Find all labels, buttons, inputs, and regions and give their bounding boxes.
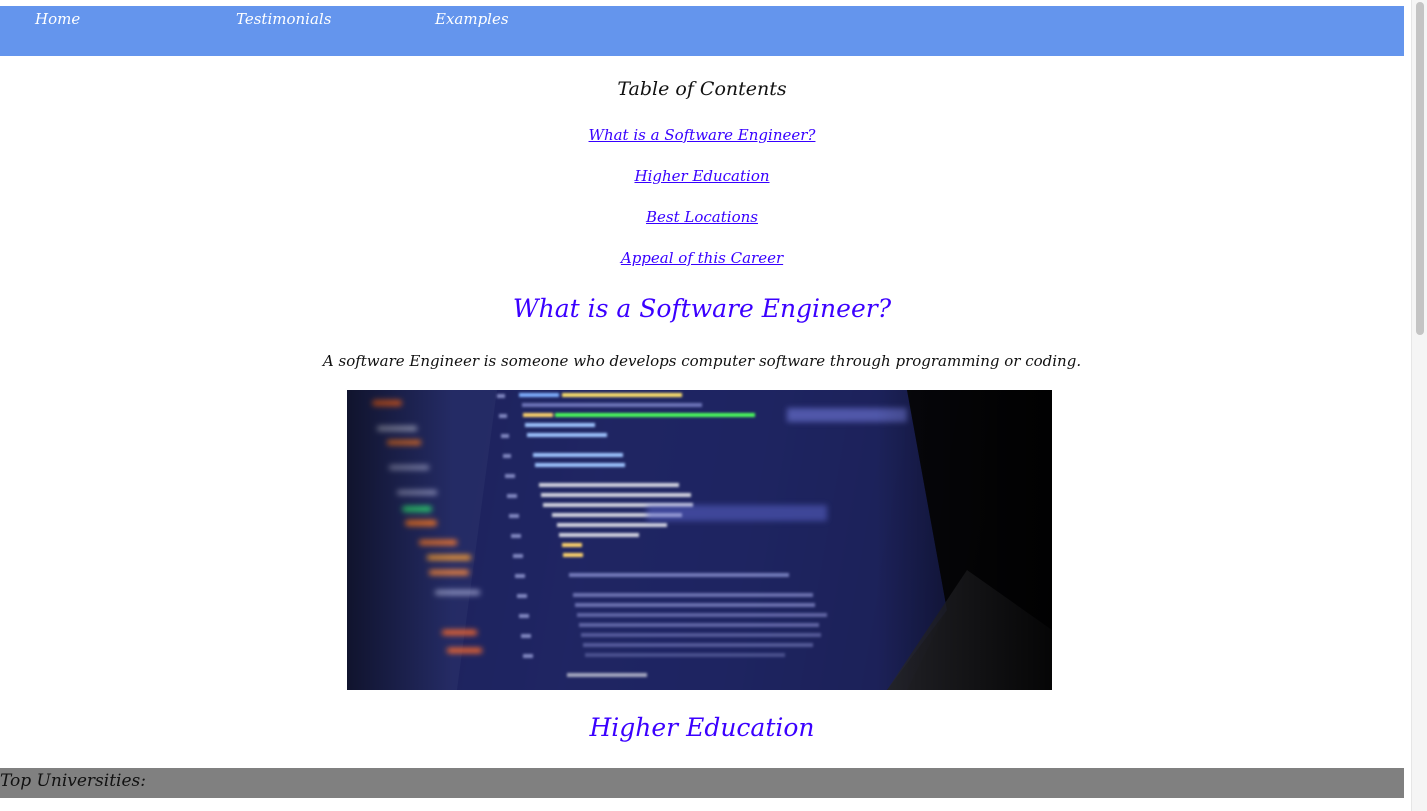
nav-link-home[interactable]: Home	[35, 10, 80, 28]
laptop-code-image	[347, 390, 1052, 690]
vertical-scrollbar[interactable]	[1411, 0, 1427, 811]
toc-title: Table of Contents	[617, 78, 787, 100]
toc-link-higher-education[interactable]: Higher Education	[0, 167, 1404, 185]
top-universities-label: Top Universities:	[0, 771, 146, 791]
nav-link-examples[interactable]: Examples	[435, 10, 509, 28]
scrollbar-thumb[interactable]	[1416, 2, 1424, 335]
top-navbar: Home Testimonials Examples	[0, 6, 1404, 56]
toc-link-best-locations[interactable]: Best Locations	[0, 208, 1404, 226]
toc-link-software-engineer[interactable]: What is a Software Engineer?	[0, 126, 1404, 144]
page: Home Testimonials Examples Table of Cont…	[0, 0, 1427, 811]
section-heading-software-engineer: What is a Software Engineer?	[512, 294, 892, 323]
software-engineer-description: A software Engineer is someone who devel…	[322, 352, 1082, 370]
top-universities-bar: Top Universities:	[0, 768, 1404, 798]
section-heading-higher-education: Higher Education	[589, 713, 815, 742]
laptop-code-illustration	[347, 390, 1052, 690]
nav-link-testimonials[interactable]: Testimonials	[236, 10, 331, 28]
toc-link-appeal-of-career[interactable]: Appeal of this Career	[0, 249, 1404, 267]
